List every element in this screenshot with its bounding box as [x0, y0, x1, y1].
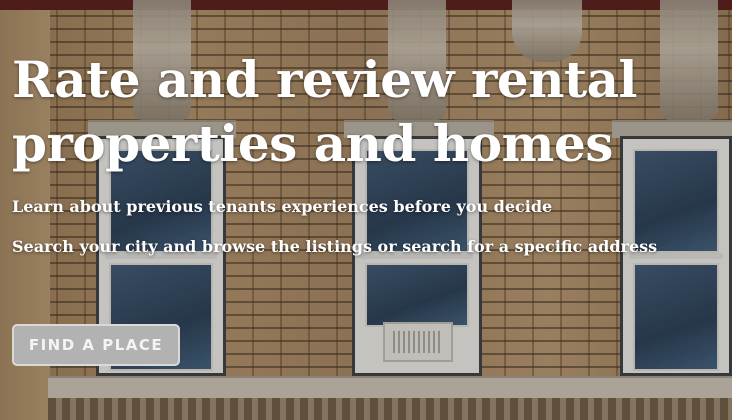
- hero-search-hint: Search your city and browse the listings…: [12, 237, 658, 256]
- find-a-place-button[interactable]: FIND A PLACE: [12, 324, 180, 366]
- hero-tagline: Learn about previous tenants experiences…: [12, 197, 553, 216]
- hero-content: Rate and review rental properties and ho…: [12, 48, 724, 256]
- hero-headline: Rate and review rental properties and ho…: [12, 50, 638, 173]
- hero-section: Rate and review rental properties and ho…: [0, 0, 732, 420]
